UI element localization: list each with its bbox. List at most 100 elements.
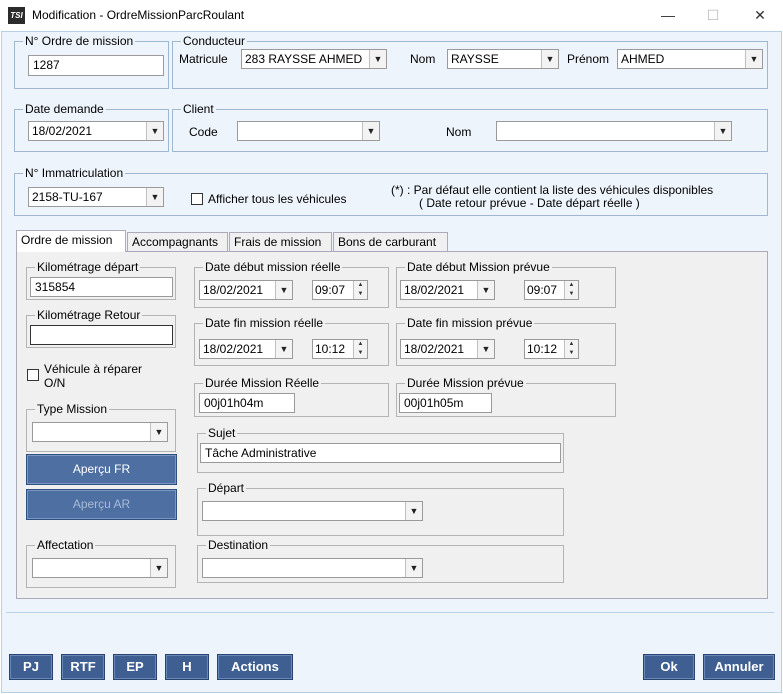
date-demande-legend: Date demande	[25, 102, 104, 116]
spin-buttons[interactable]: ▲ ▼	[564, 281, 578, 299]
chevron-down-icon[interactable]: ▼	[362, 122, 379, 140]
matricule-select[interactable]: 283 RAYSSE AHMED ▼	[241, 49, 387, 69]
date-debut-reelle-picker[interactable]: 18/02/2021 ▼	[199, 280, 293, 300]
client-nom-select[interactable]: ▼	[496, 121, 732, 141]
km-depart-input[interactable]: 315854	[30, 277, 173, 297]
date-fin-reelle-legend: Date fin mission réelle	[205, 316, 324, 330]
actions-button[interactable]: Actions	[217, 654, 293, 680]
close-button[interactable]: ✕	[737, 0, 783, 31]
apercu-fr-button[interactable]: Aperçu FR	[26, 454, 177, 485]
ok-button[interactable]: Ok	[643, 654, 695, 680]
heure-fin-prevue-spinner[interactable]: 10:12 ▲ ▼	[524, 339, 579, 359]
date-fin-prevue-picker[interactable]: 18/02/2021 ▼	[400, 339, 495, 359]
chevron-down-icon[interactable]: ▼	[275, 340, 292, 358]
date-demande-picker[interactable]: 18/02/2021 ▼	[28, 121, 164, 141]
chevron-down-icon[interactable]: ▼	[405, 502, 422, 520]
spin-up-icon[interactable]: ▲	[354, 281, 367, 290]
vehicule-reparer-label: Véhicule à réparer O/N	[44, 362, 143, 390]
km-depart-legend: Kilométrage départ	[37, 260, 139, 274]
prenom-value: AHMED	[621, 52, 665, 66]
tab-ordre-de-mission[interactable]: Ordre de mission	[16, 230, 126, 252]
spin-buttons[interactable]: ▲ ▼	[564, 340, 578, 358]
date-demande-value: 18/02/2021	[32, 124, 93, 138]
chevron-down-icon[interactable]: ▼	[477, 281, 494, 299]
heure-debut-prevue-spinner[interactable]: 09:07 ▲ ▼	[524, 280, 579, 300]
client-legend: Client	[183, 102, 214, 116]
rtf-button[interactable]: RTF	[61, 654, 105, 680]
date-fin-reelle-picker[interactable]: 18/02/2021 ▼	[199, 339, 293, 359]
pj-button[interactable]: PJ	[9, 654, 53, 680]
matricule-label: Matricule	[179, 52, 228, 66]
ordre-mission-legend: N° Ordre de mission	[25, 34, 134, 48]
chevron-down-icon[interactable]: ▼	[541, 50, 558, 68]
sujet-input[interactable]: Tâche Administrative	[200, 443, 561, 463]
afficher-vehicules-label: Afficher tous les véhicules	[208, 192, 347, 206]
immatriculation-legend: N° Immatriculation	[25, 166, 124, 180]
heure-fin-reelle-spinner[interactable]: 10:12 ▲ ▼	[312, 339, 368, 359]
heure-fin-prevue-value: 10:12	[527, 342, 558, 356]
immatriculation-value: 2158-TU-167	[32, 190, 103, 204]
type-mission-legend: Type Mission	[37, 402, 108, 416]
spin-up-icon[interactable]: ▲	[565, 281, 578, 290]
km-retour-input[interactable]	[30, 325, 173, 345]
chevron-down-icon[interactable]: ▼	[369, 50, 386, 68]
date-fin-prevue-legend: Date fin mission prévue	[407, 316, 533, 330]
chevron-down-icon[interactable]: ▼	[146, 122, 163, 140]
matricule-value: 283 RAYSSE AHMED	[245, 52, 363, 66]
spin-buttons[interactable]: ▲ ▼	[353, 281, 367, 299]
date-debut-reelle-legend: Date début mission réelle	[205, 260, 341, 274]
chevron-down-icon[interactable]: ▼	[745, 50, 762, 68]
date-debut-prevue-picker[interactable]: 18/02/2021 ▼	[400, 280, 495, 300]
apercu-ar-button[interactable]: Aperçu AR	[26, 489, 177, 520]
spin-down-icon[interactable]: ▼	[565, 349, 578, 358]
maximize-button[interactable]: ☐	[690, 0, 736, 31]
client-nom-label: Nom	[446, 125, 472, 139]
sujet-legend: Sujet	[208, 426, 236, 440]
prenom-select[interactable]: AHMED ▼	[617, 49, 763, 69]
ep-button[interactable]: EP	[113, 654, 157, 680]
spin-buttons[interactable]: ▲ ▼	[353, 340, 367, 358]
destination-select[interactable]: ▼	[202, 558, 423, 578]
affectation-select[interactable]: ▼	[32, 558, 168, 578]
spin-down-icon[interactable]: ▼	[354, 290, 367, 299]
heure-debut-reelle-value: 09:07	[315, 283, 346, 297]
heure-debut-prevue-value: 09:07	[527, 283, 558, 297]
spin-down-icon[interactable]: ▼	[354, 349, 367, 358]
affectation-legend: Affectation	[37, 538, 94, 552]
heure-debut-reelle-spinner[interactable]: 09:07 ▲ ▼	[312, 280, 368, 300]
depart-select[interactable]: ▼	[202, 501, 423, 521]
spin-up-icon[interactable]: ▲	[565, 340, 578, 349]
minimize-button[interactable]: —	[645, 0, 691, 31]
chevron-down-icon[interactable]: ▼	[150, 423, 167, 441]
date-fin-reelle-value: 18/02/2021	[203, 342, 264, 356]
chevron-down-icon[interactable]: ▼	[405, 559, 422, 577]
spin-down-icon[interactable]: ▼	[565, 290, 578, 299]
duree-reelle-input[interactable]: 00j01h04m	[199, 393, 295, 413]
chevron-down-icon[interactable]: ▼	[146, 188, 163, 206]
app-icon: TSI	[8, 7, 25, 24]
afficher-vehicules-checkbox[interactable]	[191, 193, 203, 205]
duree-reelle-legend: Durée Mission Réelle	[205, 376, 320, 390]
h-button[interactable]: H	[165, 654, 209, 680]
ordre-mission-input[interactable]: 1287	[28, 55, 164, 76]
tab-accompagnants[interactable]: Accompagnants	[127, 232, 228, 251]
tab-bons-de-carburant[interactable]: Bons de carburant	[333, 232, 448, 251]
vehicule-reparer-checkbox[interactable]	[27, 369, 39, 381]
immatriculation-select[interactable]: 2158-TU-167 ▼	[28, 187, 164, 207]
nom-select[interactable]: RAYSSE ▼	[447, 49, 559, 69]
chevron-down-icon[interactable]: ▼	[477, 340, 494, 358]
chevron-down-icon[interactable]: ▼	[714, 122, 731, 140]
client-code-select[interactable]: ▼	[237, 121, 380, 141]
tab-frais-de-mission[interactable]: Frais de mission	[229, 232, 332, 251]
annuler-button[interactable]: Annuler	[703, 654, 775, 680]
window-title: Modification - OrdreMissionParcRoulant	[32, 8, 245, 22]
chevron-down-icon[interactable]: ▼	[275, 281, 292, 299]
duree-prevue-input[interactable]: 00j01h05m	[399, 393, 492, 413]
immatriculation-note-1: (*) : Par défaut elle contient la liste …	[391, 183, 714, 197]
date-debut-prevue-value: 18/02/2021	[404, 283, 465, 297]
type-mission-select[interactable]: ▼	[32, 422, 168, 442]
chevron-down-icon[interactable]: ▼	[150, 559, 167, 577]
immatriculation-note-2: ( Date retour prévue - Date départ réell…	[419, 196, 640, 210]
nom-value: RAYSSE	[451, 52, 499, 66]
spin-up-icon[interactable]: ▲	[354, 340, 367, 349]
